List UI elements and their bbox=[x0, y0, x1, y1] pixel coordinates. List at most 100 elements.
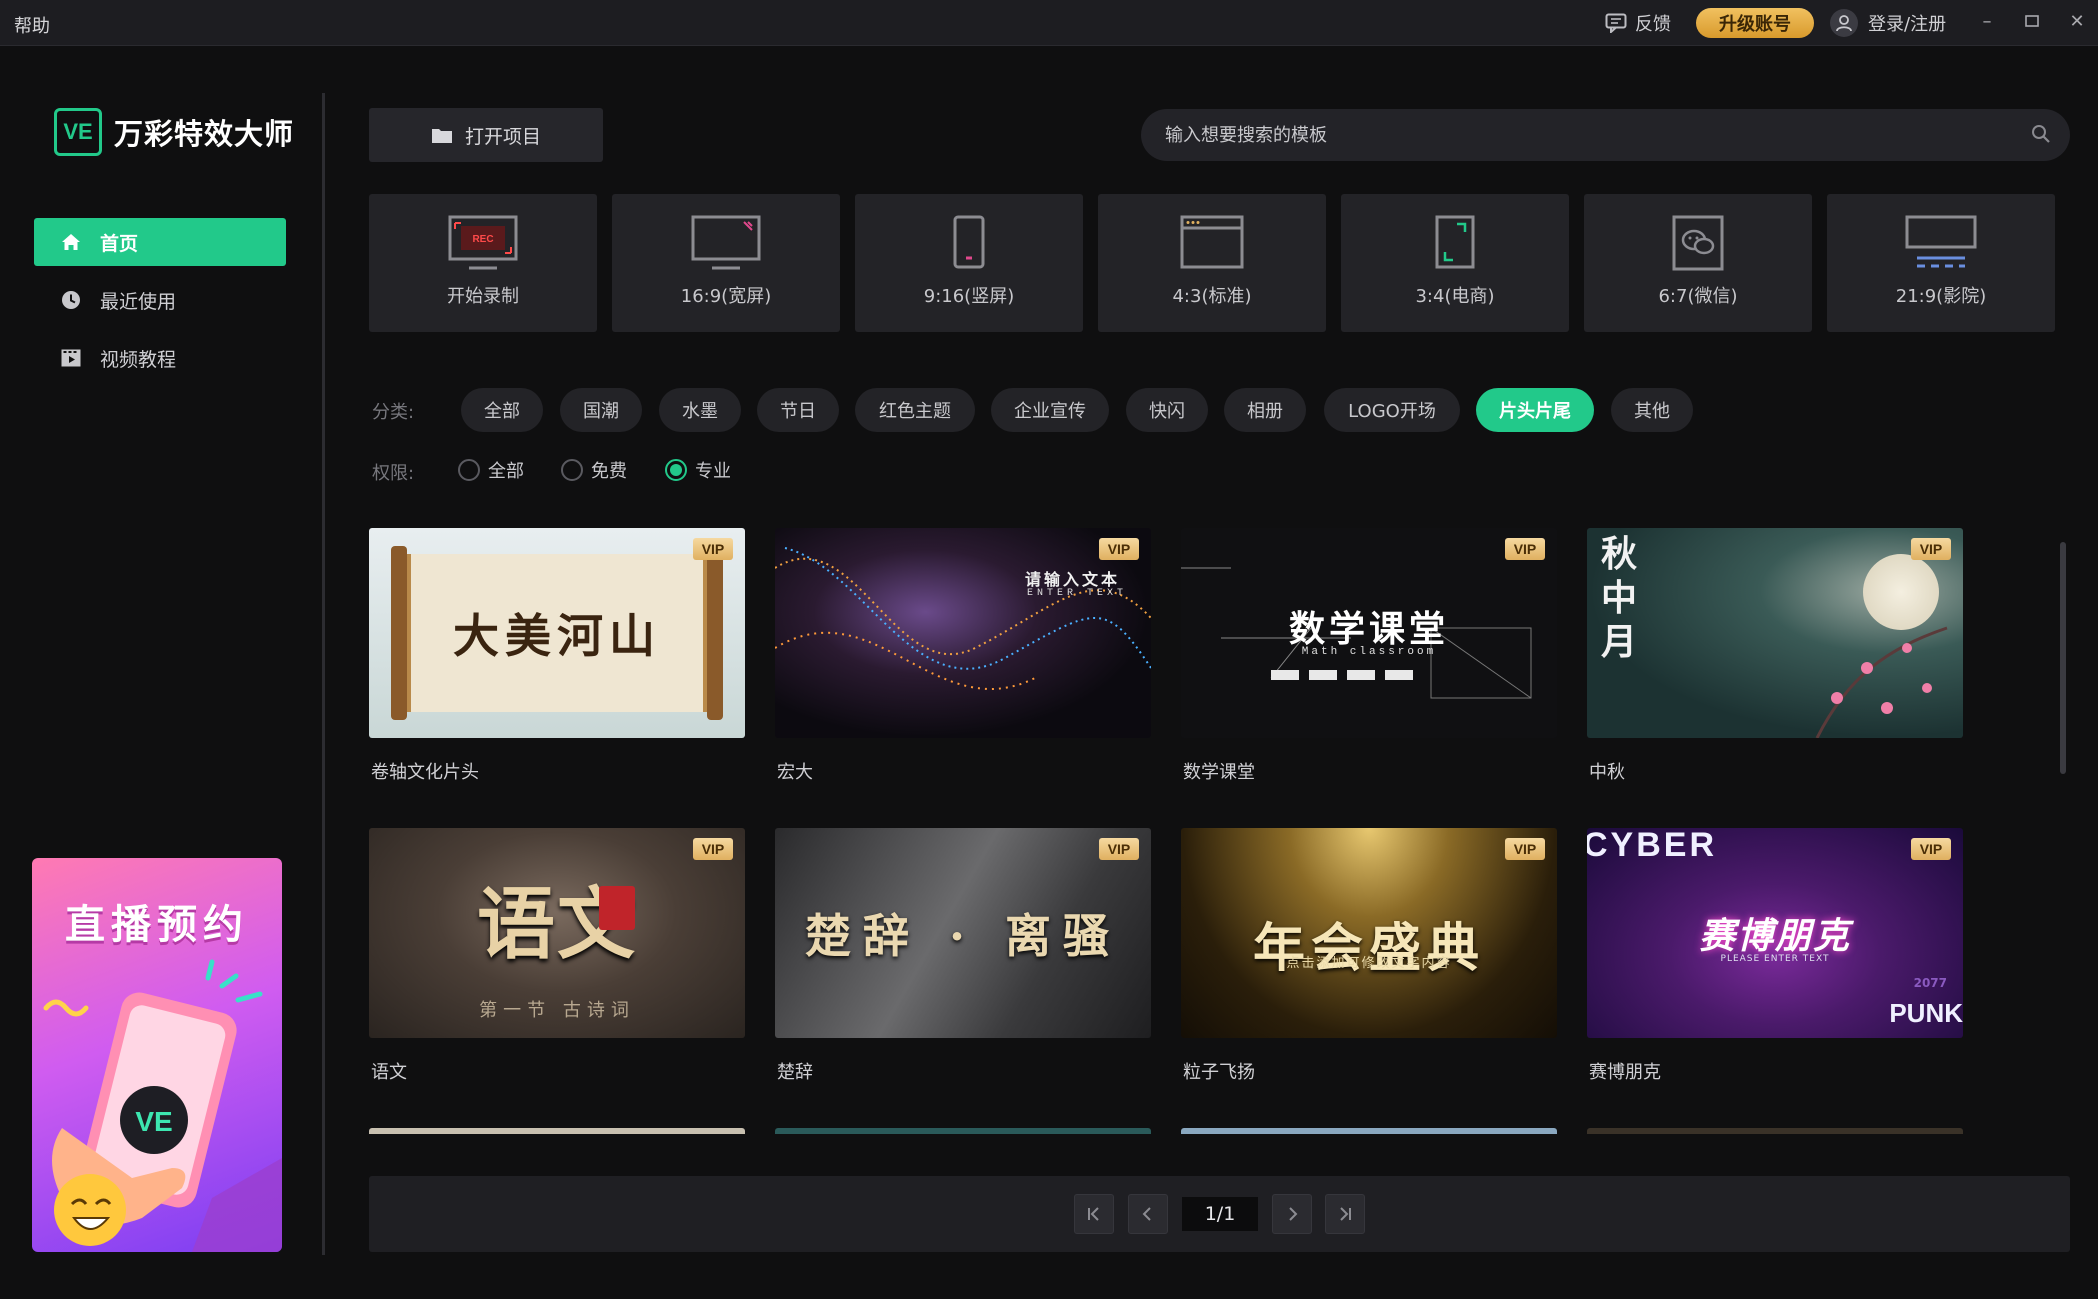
thumbnail-corner-text: PUNK bbox=[1889, 998, 1963, 1028]
feedback-button[interactable]: 反馈 bbox=[1605, 10, 1671, 36]
category-chip-other[interactable]: 其他 bbox=[1611, 388, 1693, 432]
sidebar-item-home[interactable]: 首页 bbox=[34, 218, 286, 266]
template-card[interactable]: 大美河山 VIP 卷轴文化片头 bbox=[369, 528, 745, 784]
category-chip-guochao[interactable]: 国潮 bbox=[560, 388, 642, 432]
vip-badge: VIP bbox=[1505, 538, 1545, 560]
record-screen-icon: REC bbox=[448, 215, 518, 270]
template-card-partial[interactable] bbox=[1587, 1128, 1963, 1134]
sidebar-item-label: 视频教程 bbox=[100, 348, 177, 371]
ratio-card-6-7[interactable]: 6:7(微信) bbox=[1584, 194, 1812, 332]
category-chip-flash[interactable]: 快闪 bbox=[1126, 388, 1208, 432]
template-card-partial[interactable] bbox=[369, 1128, 745, 1134]
ratio-label: 开始录制 bbox=[447, 286, 519, 307]
category-chip-logo-intro[interactable]: LOGO开场 bbox=[1324, 388, 1460, 432]
live-reservation-banner[interactable]: 直播预约 VE bbox=[32, 858, 282, 1252]
help-menu[interactable]: 帮助 bbox=[14, 12, 50, 38]
upgrade-account-button[interactable]: 升级账号 bbox=[1696, 8, 1814, 38]
sidebar-item-tutorials[interactable]: 视频教程 bbox=[34, 334, 286, 382]
ratio-label: 21:9(影院) bbox=[1895, 286, 1987, 307]
search-input[interactable] bbox=[1165, 124, 2025, 146]
chevron-right-icon bbox=[1289, 1207, 1298, 1221]
ratio-card-9-16[interactable]: 9:16(竖屏) bbox=[855, 194, 1083, 332]
category-chip-intro-outro[interactable]: 片头片尾 bbox=[1476, 388, 1594, 432]
template-card[interactable]: 数学课堂 Math classroom VIP 数学课堂 bbox=[1181, 528, 1557, 784]
template-card[interactable]: CYBER 赛博朋克 PLEASE ENTER TEXT 2077 PUNK V… bbox=[1587, 828, 1963, 1084]
radio-label: 全部 bbox=[488, 461, 524, 482]
template-name: 粒子飞扬 bbox=[1183, 1062, 1255, 1083]
category-chip-festival[interactable]: 节日 bbox=[757, 388, 839, 432]
promo-title: 直播预约 bbox=[65, 902, 249, 948]
template-card[interactable]: 语文 第一节 古诗词 VIP 语文 bbox=[369, 828, 745, 1084]
template-card-partial[interactable] bbox=[775, 1128, 1151, 1134]
template-thumbnail[interactable]: 秋中月 VIP bbox=[1587, 528, 1963, 738]
login-register-button[interactable]: 登录/注册 bbox=[1830, 8, 1946, 38]
login-label: 登录/注册 bbox=[1868, 14, 1947, 35]
ratio-card-16-9[interactable]: 16:9(宽屏) bbox=[612, 194, 840, 332]
minimize-icon[interactable]: – bbox=[1970, 6, 2004, 36]
vip-badge: VIP bbox=[1099, 538, 1139, 560]
template-name: 楚辞 bbox=[777, 1062, 813, 1083]
permission-radio-all[interactable]: 全部 bbox=[458, 457, 524, 483]
category-chip-corporate[interactable]: 企业宣传 bbox=[991, 388, 1109, 432]
title-bar: 帮助 反馈 升级账号 登录/注册 – ✕ bbox=[0, 0, 2098, 46]
template-name: 宏大 bbox=[777, 762, 813, 783]
template-thumbnail[interactable]: 楚辞 · 离骚 VIP bbox=[775, 828, 1151, 1038]
category-chip-red-theme[interactable]: 红色主题 bbox=[855, 388, 975, 432]
thumbnail-text: 秋中月 bbox=[1601, 533, 1638, 663]
category-chip-album[interactable]: 相册 bbox=[1224, 388, 1306, 432]
particle-wave bbox=[775, 547, 1151, 690]
next-page-button[interactable] bbox=[1272, 1194, 1312, 1234]
permission-radio-free[interactable]: 免费 bbox=[561, 457, 627, 483]
template-card[interactable]: 楚辞 · 离骚 VIP 楚辞 bbox=[775, 828, 1151, 1084]
last-page-button[interactable] bbox=[1325, 1194, 1365, 1234]
maximize-icon[interactable] bbox=[2015, 6, 2049, 36]
ratio-card-record[interactable]: REC 开始录制 bbox=[369, 194, 597, 332]
thumbnail-year: 2077 bbox=[1913, 976, 1947, 990]
close-icon[interactable]: ✕ bbox=[2060, 6, 2094, 36]
promo-badge: VE bbox=[135, 1106, 172, 1137]
previous-page-button[interactable] bbox=[1128, 1194, 1168, 1234]
widescreen-icon bbox=[691, 215, 761, 270]
feedback-label: 反馈 bbox=[1635, 14, 1671, 35]
thumbnail-text: 请输入文本 bbox=[1025, 570, 1121, 589]
template-thumbnail[interactable]: CYBER 赛博朋克 PLEASE ENTER TEXT 2077 PUNK V… bbox=[1587, 828, 1963, 1038]
category-chip-all[interactable]: 全部 bbox=[461, 388, 543, 432]
logo-icon: VE bbox=[54, 108, 102, 156]
sidebar-item-recent[interactable]: 最近使用 bbox=[34, 276, 286, 324]
clock-icon bbox=[62, 291, 80, 309]
template-search bbox=[1141, 109, 2070, 161]
scrollbar-thumb[interactable] bbox=[2060, 542, 2066, 774]
template-card[interactable]: 秋中月 VIP 中秋 bbox=[1587, 528, 1963, 784]
thumbnail-subtext: 点击添加可修改文字内容 bbox=[1286, 956, 1452, 971]
template-name: 卷轴文化片头 bbox=[371, 762, 479, 783]
template-card-partial[interactable] bbox=[1181, 1128, 1557, 1134]
ratio-label: 16:9(宽屏) bbox=[680, 286, 772, 307]
vip-badge: VIP bbox=[1911, 538, 1951, 560]
osmanthus-branch bbox=[1815, 626, 1948, 738]
thumbnail-text: 大美河山 bbox=[453, 609, 661, 663]
search-icon[interactable] bbox=[2030, 123, 2052, 145]
template-thumbnail[interactable]: 语文 第一节 古诗词 VIP bbox=[369, 828, 745, 1038]
home-icon bbox=[62, 234, 80, 250]
category-chip-ink[interactable]: 水墨 bbox=[659, 388, 741, 432]
cinema-icon bbox=[1905, 215, 1977, 268]
first-page-icon bbox=[1088, 1207, 1099, 1221]
template-thumbnail[interactable]: 大美河山 VIP bbox=[369, 528, 745, 738]
template-card[interactable]: 请输入文本 ENTER TEXT VIP 宏大 bbox=[775, 528, 1151, 784]
ratio-card-3-4[interactable]: 3:4(电商) bbox=[1341, 194, 1569, 332]
ratio-card-4-3[interactable]: 4:3(标准) bbox=[1098, 194, 1326, 332]
template-thumbnail[interactable]: 数学课堂 Math classroom VIP bbox=[1181, 528, 1557, 738]
svg-text:REC: REC bbox=[472, 234, 493, 245]
ratio-card-21-9[interactable]: 21:9(影院) bbox=[1827, 194, 2055, 332]
open-project-button[interactable]: 打开项目 bbox=[369, 108, 603, 162]
category-label: 分类: bbox=[372, 402, 415, 423]
first-page-button[interactable] bbox=[1074, 1194, 1114, 1234]
template-name: 中秋 bbox=[1589, 762, 1625, 783]
permission-radio-pro[interactable]: 专业 bbox=[665, 457, 731, 483]
template-thumbnail[interactable]: 年会盛典 点击添加可修改文字内容 VIP bbox=[1181, 828, 1557, 1038]
thumbnail-subtext: Math classroom bbox=[1301, 646, 1437, 658]
video-icon bbox=[61, 349, 81, 367]
radio-label: 专业 bbox=[695, 461, 731, 482]
template-thumbnail[interactable]: 请输入文本 ENTER TEXT VIP bbox=[775, 528, 1151, 738]
template-card[interactable]: 年会盛典 点击添加可修改文字内容 VIP 粒子飞扬 bbox=[1181, 828, 1557, 1084]
